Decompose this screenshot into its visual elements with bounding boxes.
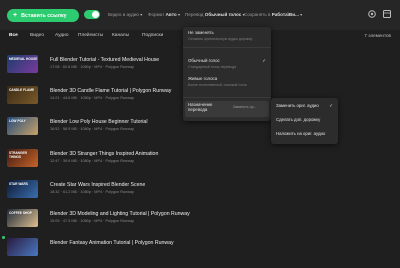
translation-menu: Не заменять Оставить оригинальную аудио … [183,27,271,121]
smart-mode-toggle[interactable] [84,10,100,19]
top-bar: + Вставить ссылку Видео и аудио ▾ Формат… [0,0,400,30]
list-item[interactable]: COFFEE SHOP Blender 3D Modeling and Ligh… [0,209,400,239]
tab-audio[interactable]: Аудио [55,33,69,38]
paste-link-label: Вставить ссылку [21,12,67,19]
thumbnail: STAR WARS [7,180,38,198]
item-meta: 14:21 · 44.6 МБ · 1080p · MP4 · Polygon … [50,96,134,100]
list-item[interactable]: LOW POLY Blender Low Poly House Beginner… [0,117,400,147]
chevron-down-icon: ▾ [140,12,143,17]
layout-icon[interactable] [382,9,392,19]
check-icon: ✓ [262,58,266,63]
list-item[interactable]: Blender Fantasy Animation Tutorial | Pol… [0,238,400,268]
tab-all[interactable]: Все [9,33,18,38]
tab-playlists[interactable]: Плейлисты [78,33,103,38]
translation-target-submenu: Заменить ориг. аудио ✓ Сделать доп. доро… [271,98,338,144]
item-meta: 18:32 · 61.2 МБ · 1080p · MP4 · Polygon … [50,190,134,194]
item-meta: 12:47 · 39.6 МБ · 1080p · MP4 · Polygon … [50,159,134,163]
submenu-item-extra-track[interactable]: Сделать доп. дорожку [276,117,320,122]
thumbnail: STRANGER THINGS [7,149,38,167]
item-meta: 15:05 · 47.3 МБ · 1080p · MP4 · Polygon … [50,219,134,223]
media-type-selector[interactable]: Видео и аудио ▾ [108,12,142,17]
plus-icon: + [13,12,18,19]
thumbnail: MEDIEVAL HOUSE [7,55,38,73]
thumbnail [7,238,38,256]
divider [183,97,271,98]
status-dot [2,236,5,239]
item-meta: 17:08 · 60.8 МБ · 1080p · MP4 · Polygon … [50,65,134,69]
check-icon: ✓ [329,103,333,108]
item-title: Blender 3D Candle Flame Tutorial | Polyg… [50,88,172,94]
item-title: Blender Fantasy Animation Tutorial | Pol… [50,240,174,246]
chevron-down-icon: ▾ [300,12,303,17]
menu-item-no-replace[interactable]: Не заменять [188,30,214,35]
item-count: 7 элементов [364,33,391,38]
thumbnail: LOW POLY [7,117,38,135]
format-selector[interactable]: Формат Авто ▾ [148,12,180,17]
item-title: Blender 3D Modeling and Lighting Tutoria… [50,211,190,217]
menu-item-live-voices[interactable]: Живые голоса [188,76,217,81]
list-item[interactable]: STAR WARS Create Star Wars Inspired Blen… [0,180,400,210]
tab-subscriptions[interactable]: Подписки [142,33,163,38]
paste-link-button[interactable]: + Вставить ссылку [7,9,79,22]
tab-channels[interactable]: Каналы [112,33,129,38]
save-location-selector[interactable]: Сохранять в Работа\Ви... ▾ [244,12,302,17]
divider [183,47,271,48]
menu-item-regular-voice[interactable]: Обычный голос [188,58,220,63]
thumbnail: CANDLE FLAME [7,86,38,104]
item-title: Full Blender Tutorial - Textured Medieva… [50,57,160,63]
translation-selector[interactable]: Перевод Обычный голос ▾ [185,12,245,17]
gear-icon[interactable] [367,9,377,19]
tab-video[interactable]: Видео [30,33,44,38]
list-item[interactable]: STRANGER THINGS Blender 3D Stranger Thin… [0,149,400,179]
submenu-item-replace-original[interactable]: Заменить ориг. аудио [276,103,319,108]
item-meta: 16:52 · 58.9 МБ · 1080p · MP4 · Polygon … [50,127,134,131]
thumbnail: COFFEE SHOP [7,209,38,227]
submenu-item-overlay-original[interactable]: Наложить на ориг. аудио [276,131,325,136]
chevron-down-icon: ▾ [177,12,180,17]
item-title: Blender 3D Stranger Things Inspired Anim… [50,151,159,157]
item-title: Blender Low Poly House Beginner Tutorial [50,119,148,125]
item-title: Create Star Wars Inspired Blender Scene [50,182,146,188]
